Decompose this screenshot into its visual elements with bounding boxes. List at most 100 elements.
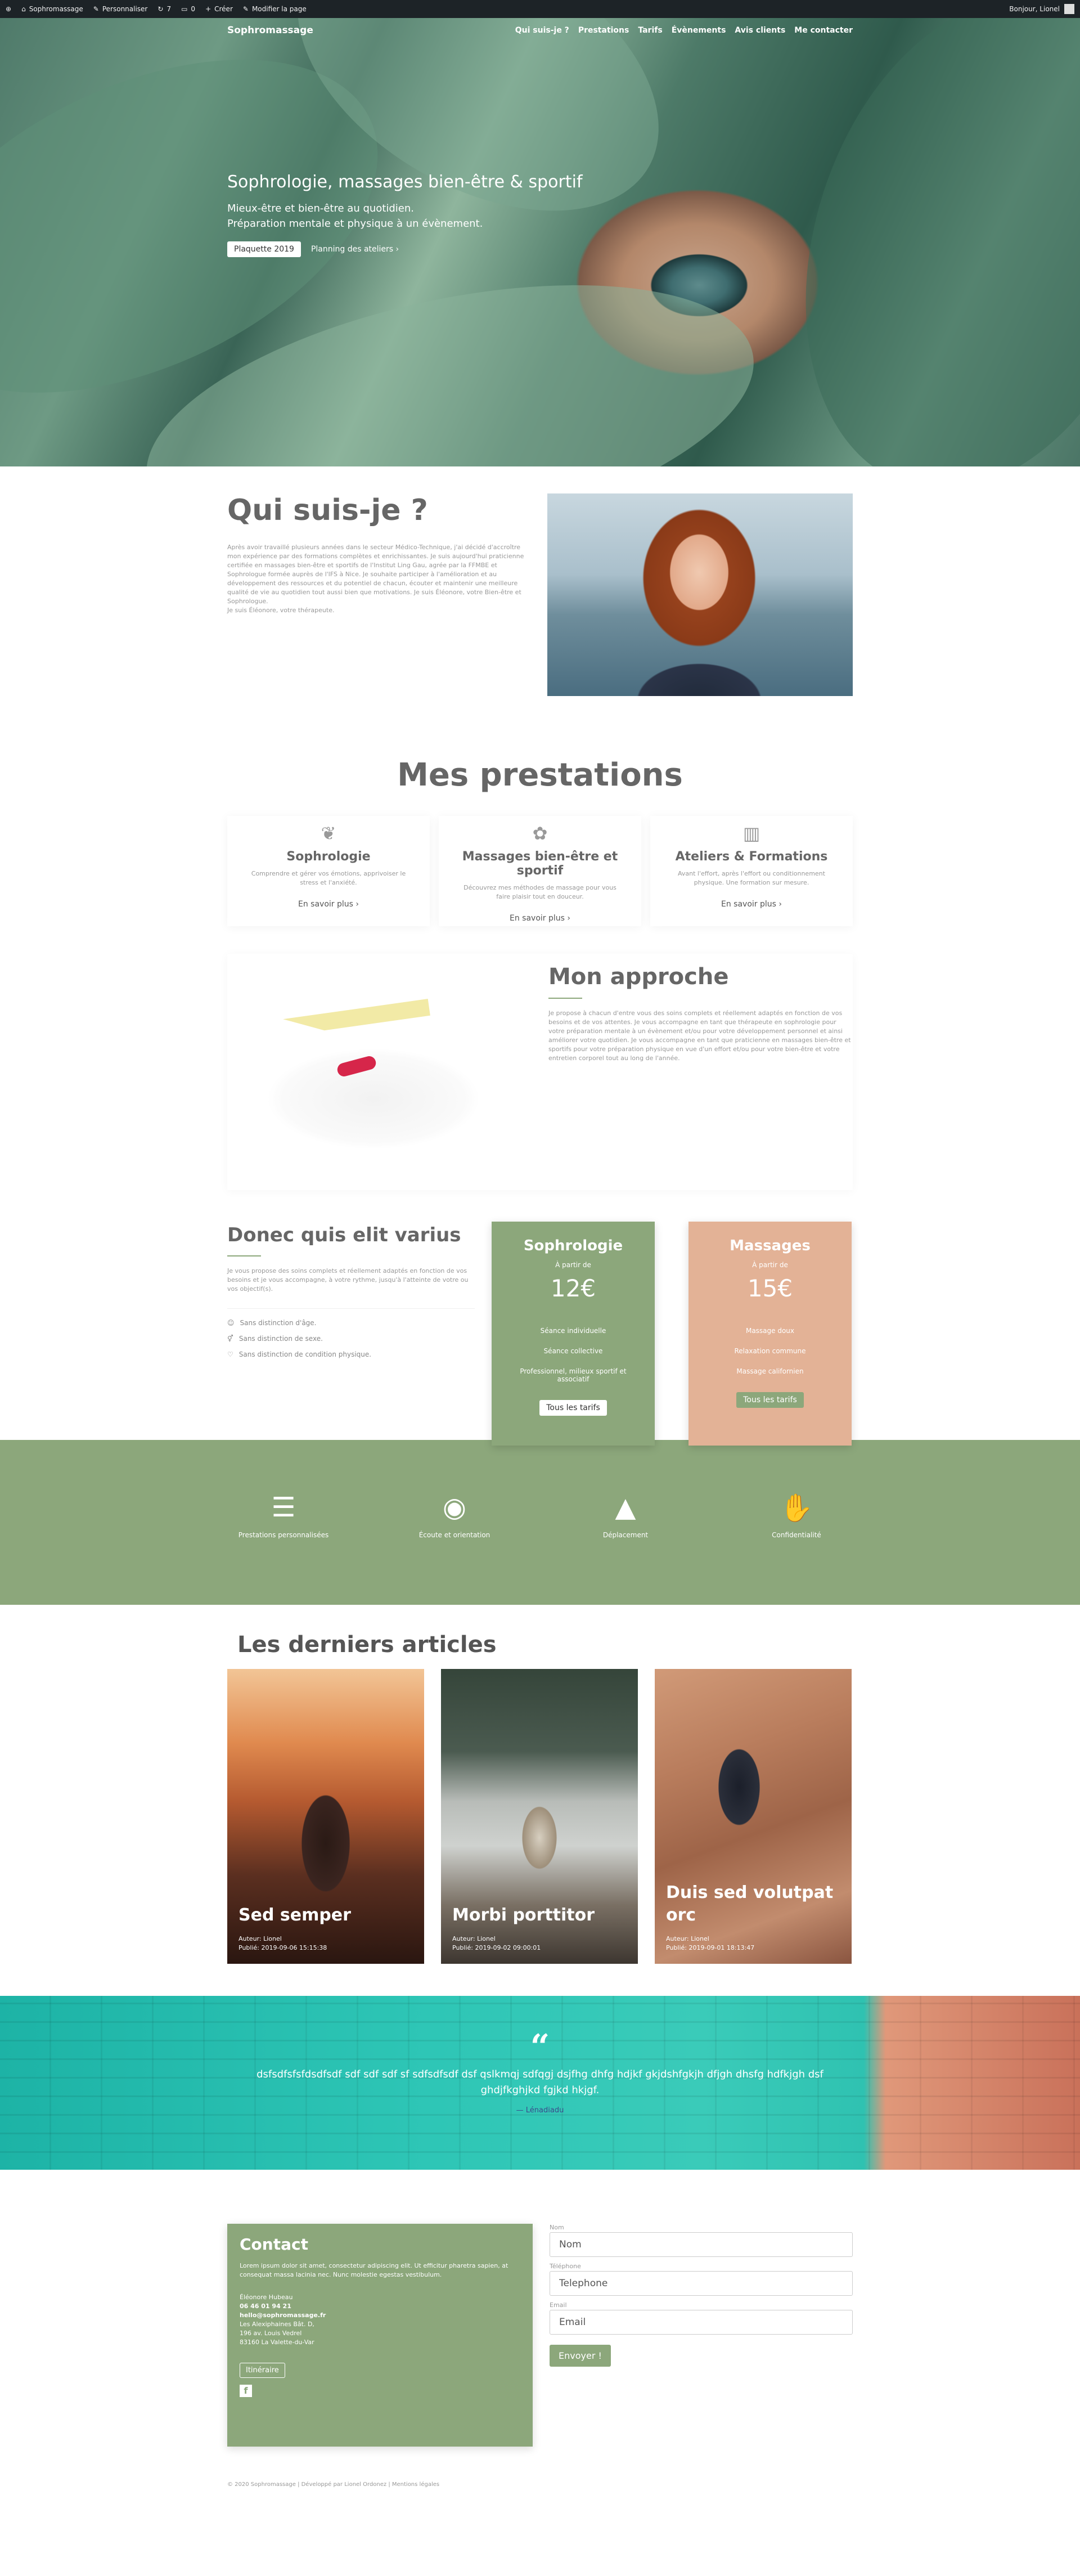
footer-text: © 2020 Sophromassage | Développé par Lio…: [227, 2481, 440, 2488]
nav-item-about[interactable]: Qui suis-je ?: [515, 26, 569, 35]
about-title: Qui suis-je ?: [227, 493, 428, 527]
about-text: Après avoir travaillé plusieurs années d…: [227, 544, 524, 605]
admin-bar: ⊕ ⌂ Sophromassage ✎ Personnaliser ↻ 7 ▭ 0 + C…: [0, 0, 1080, 18]
article-author: Auteur: Lionel: [238, 1935, 282, 1942]
admin-account-link[interactable]: Bonjour, Lionel: [1009, 4, 1074, 14]
pencil-icon: ✎: [242, 5, 249, 13]
article-date: Publié: 2019-09-06 15:15:38: [238, 1944, 327, 1951]
all-prices-button[interactable]: Tous les tarifs: [736, 1392, 804, 1408]
pricing-card-massages: Massages À partir de 15€ Massage doux Re…: [688, 1222, 852, 1446]
hero-line1: Mieux-être et bien-être au quotidien.: [227, 203, 414, 214]
directions-button[interactable]: Itinéraire: [240, 2363, 285, 2378]
name-field[interactable]: [550, 2232, 853, 2257]
article-author: Auteur: Lionel: [666, 1935, 709, 1942]
nav-item-reviews[interactable]: Avis clients: [735, 26, 785, 35]
article-date: Publié: 2019-09-02 09:00:01: [452, 1944, 541, 1951]
workshop-planning-link[interactable]: Planning des ateliers ›: [311, 245, 399, 254]
pricing-price: 15€: [747, 1274, 793, 1302]
more-label: En savoir plus: [298, 900, 353, 909]
wordpress-icon[interactable]: ⊕: [6, 5, 11, 13]
service-more-link[interactable]: En savoir plus ›: [439, 914, 641, 923]
quote-icon: “: [530, 2027, 550, 2067]
pricing-list: Séance individuelle Séance collective Pr…: [492, 1327, 655, 1383]
article-title: Sed semper: [238, 1905, 351, 1925]
all-prices-button[interactable]: Tous les tarifs: [539, 1400, 607, 1416]
contact-email[interactable]: hello@sophromassage.fr: [240, 2311, 520, 2320]
hero-line2: Préparation mentale et physique à un évè…: [227, 218, 483, 230]
service-more-link[interactable]: En savoir plus ›: [227, 900, 430, 909]
admin-edit-page-link[interactable]: ✎ Modifier la page: [243, 5, 307, 13]
admin-customize-label: Personnaliser: [102, 5, 148, 13]
pricing-list: Massage doux Relaxation commune Massage …: [688, 1327, 852, 1375]
feature-item: ⚥ Sans distinction de sexe.: [227, 1335, 475, 1343]
features-band: ☰ Prestations personnalisées ◉ Écoute et o…: [0, 1440, 1080, 1605]
site-logo[interactable]: Sophromassage: [227, 25, 313, 36]
admin-customize-link[interactable]: ✎ Personnaliser: [93, 5, 148, 13]
sliders-icon: ☰: [271, 1492, 296, 1523]
articles-cards: Sed semper Auteur: Lionel Publié: 2019-0…: [227, 1669, 853, 1964]
lotus-icon: ✿: [532, 823, 548, 844]
testimonial-section: “ dsfsdfsfsfdsdfsdf sdf sdf sdf sf sdfsd…: [0, 1996, 1080, 2170]
feature-label: Sans distinction d'âge.: [240, 1319, 317, 1327]
nav-item-services[interactable]: Prestations: [578, 26, 629, 35]
contact-phone[interactable]: 06 46 01 94 21: [240, 2302, 520, 2311]
band-item: ▲ Déplacement: [569, 1492, 682, 1540]
admin-updates-link[interactable]: ↻ 7: [158, 5, 171, 13]
about-sign: Je suis Éléonore, votre thérapeute.: [227, 607, 335, 614]
compass-icon: ◉: [443, 1492, 466, 1523]
article-card[interactable]: Morbi porttitor Auteur: Lionel Publié: 2…: [441, 1669, 638, 1964]
admin-create-link[interactable]: + Créer: [205, 5, 233, 13]
admin-edit-label: Modifier la page: [251, 5, 307, 13]
contact-name: Éléonore Hubeau: [240, 2294, 293, 2301]
main-nav: Sophromassage Qui suis-je ? Prestations …: [0, 18, 1080, 43]
email-field[interactable]: [550, 2310, 853, 2335]
nav-item-pricing[interactable]: Tarifs: [638, 26, 662, 35]
more-label: En savoir plus: [510, 914, 565, 923]
brochure-button[interactable]: Plaquette 2019: [227, 241, 301, 257]
contact-form: Nom Téléphone Email Envoyer !: [550, 2224, 853, 2447]
facebook-icon[interactable]: f: [240, 2385, 252, 2397]
about-section: Qui suis-je ? Après avoir travaillé plus…: [0, 466, 1080, 702]
band-label: Écoute et orientation: [418, 1531, 490, 1539]
contact-box: Contact Lorem ipsum dolor sit amet, cons…: [227, 2224, 533, 2447]
band-label: Prestations personnalisées: [238, 1531, 329, 1539]
article-card[interactable]: Duis sed volutpat orc Auteur: Lionel Pub…: [655, 1669, 852, 1964]
admin-site-link[interactable]: ⌂ Sophromassage: [21, 5, 83, 13]
service-more-link[interactable]: En savoir plus ›: [650, 900, 853, 909]
article-overlay: Morbi porttitor Auteur: Lionel Publié: 2…: [441, 1904, 638, 1964]
articles-section: Les derniers articles Sed semper Auteur:…: [0, 1605, 1080, 1996]
leaf-shape: [745, 18, 1080, 466]
workshop-planning-label: Planning des ateliers: [310, 245, 394, 254]
name-label: Nom: [550, 2224, 564, 2231]
services-section: Mes prestations ❦ Sophrologie Comprendre…: [0, 702, 1080, 948]
service-card: ❦ Sophrologie Comprendre et gérer vos ém…: [227, 816, 430, 926]
road-icon: ▲: [615, 1492, 636, 1523]
admin-comments-link[interactable]: ▭ 0: [181, 5, 195, 13]
band-item: ✋ Confidentialité: [740, 1492, 853, 1540]
contact-section: Contact Lorem ipsum dolor sit amet, cons…: [0, 2170, 1080, 2467]
feature-label: Sans distinction de sexe.: [238, 1335, 323, 1343]
chevron-right-icon: ›: [356, 900, 359, 909]
article-title: Duis sed volutpat orc: [666, 1883, 834, 1925]
pricing-list-item: Massage californien: [736, 1367, 804, 1375]
users-icon: ☺: [227, 1319, 235, 1327]
service-title: Ateliers & Formations: [675, 850, 828, 864]
open-book-icon: ▥: [742, 823, 760, 844]
services-cards: ❦ Sophrologie Comprendre et gérer vos ém…: [227, 816, 853, 926]
nav-item-events[interactable]: Évènements: [672, 26, 726, 35]
title-divider: [227, 1255, 261, 1256]
band-label: Déplacement: [602, 1531, 649, 1539]
submit-button[interactable]: Envoyer !: [550, 2345, 611, 2367]
pricing-price: 12€: [550, 1274, 596, 1302]
pricing-card-sophrology: Sophrologie À partir de 12€ Séance indiv…: [492, 1222, 655, 1446]
article-date: Publié: 2019-09-01 18:13:47: [666, 1944, 755, 1951]
nav-item-contact[interactable]: Me contacter: [794, 26, 853, 35]
band-item: ◉ Écoute et orientation: [398, 1492, 511, 1540]
contact-title: Contact: [240, 2235, 308, 2254]
testimonial-author: — Lénadiadu: [516, 2106, 564, 2115]
admin-comments-count: 0: [191, 5, 196, 13]
article-card[interactable]: Sed semper Auteur: Lionel Publié: 2019-0…: [227, 1669, 424, 1964]
service-card: ▥ Ateliers & Formations Avant l'effort, …: [650, 816, 853, 926]
phone-field[interactable]: [550, 2271, 853, 2296]
heart-icon: ♡: [227, 1350, 233, 1358]
